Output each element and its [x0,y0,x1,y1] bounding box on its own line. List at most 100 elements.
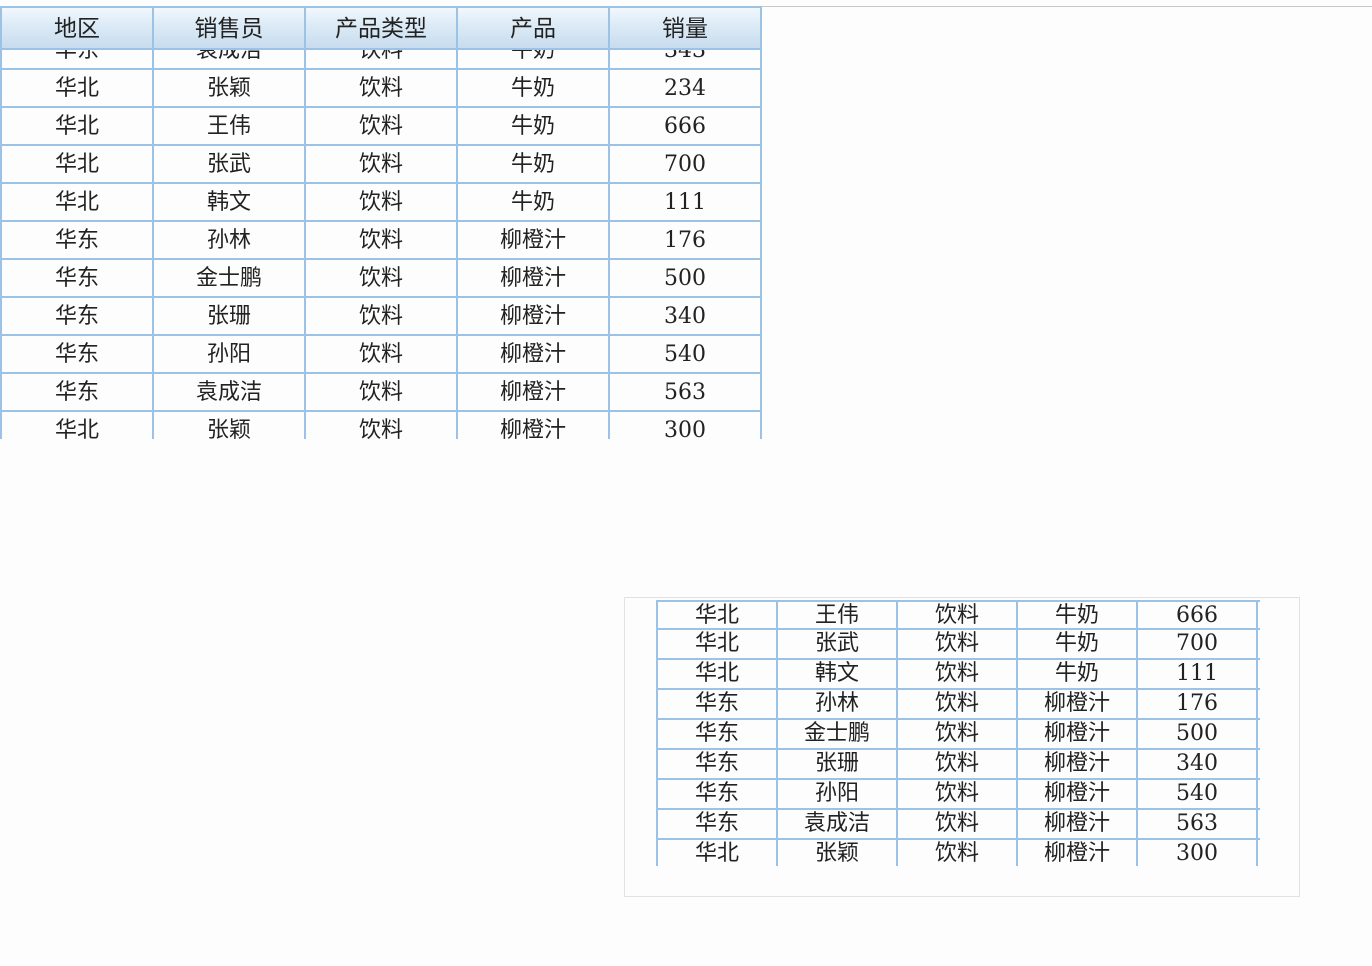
preview-row: 华东 孙阳 饮料 柳橙汁 540 [658,780,1260,810]
cell-product-type[interactable]: 饮料 [306,222,458,258]
preview-cell-region: 华东 [658,690,778,718]
column-header-product[interactable]: 产品 [458,8,610,48]
column-header-product-type[interactable]: 产品类型 [306,8,458,48]
cell-sales[interactable]: 500 [610,260,762,296]
cell-sales[interactable]: 111 [610,184,762,220]
table-row[interactable]: 华北 王伟 饮料 牛奶 666 [2,108,762,146]
preview-cell-sales: 111 [1138,660,1258,688]
cell-sales[interactable]: 340 [610,298,762,334]
cell-salesperson[interactable]: 金士鹏 [154,260,306,296]
cell-product[interactable]: 牛奶 [458,146,610,182]
cell-product-type[interactable]: 饮料 [306,412,458,439]
cell-region[interactable]: 华北 [2,70,154,106]
cell-region[interactable]: 华东 [2,374,154,410]
preview-cell-product: 牛奶 [1018,630,1138,658]
cell-sales[interactable]: 176 [610,222,762,258]
cell-salesperson[interactable]: 袁成洁 [154,374,306,410]
table-row[interactable]: 华北 张武 饮料 牛奶 700 [2,146,762,184]
preview-panel: 华北 王伟 饮料 牛奶 666 华北 张武 饮料 牛奶 700 华北 韩文 饮料 牛奶 111 华东 孙林 饮料柳… [624,597,1300,897]
preview-cell-salesperson: 袁成洁 [778,810,898,838]
cell-product-type[interactable]: 饮料 [306,298,458,334]
table-row[interactable]: 华北 韩文 饮料 牛奶 111 [2,184,762,222]
table-row[interactable]: 华东 袁成洁 饮料 柳橙汁 563 [2,374,762,412]
cell-region[interactable]: 华东 [2,222,154,258]
cell-region[interactable]: 华北 [2,108,154,144]
cell-salesperson[interactable]: 王伟 [154,108,306,144]
preview-row: 华北 韩文 饮料 牛奶 111 [658,660,1260,690]
preview-row: 华东 金士鹏 饮料 柳橙汁 500 [658,720,1260,750]
cell-salesperson[interactable]: 孙林 [154,222,306,258]
cell-product-type[interactable]: 饮料 [306,184,458,220]
cell-salesperson[interactable]: 孙阳 [154,336,306,372]
cell-product[interactable]: 牛奶 [458,70,610,106]
preview-cell-region: 华北 [658,602,778,628]
preview-cell-salesperson: 孙阳 [778,780,898,808]
cell-sales[interactable]: 666 [610,108,762,144]
cell-product-type[interactable]: 饮料 [306,374,458,410]
cell-sales[interactable]: 700 [610,146,762,182]
preview-cell-salesperson: 韩文 [778,660,898,688]
preview-row: 华北 张颖 饮料 柳橙汁 300 [658,840,1260,866]
preview-cell-sales: 500 [1138,720,1258,748]
cell-salesperson[interactable]: 张珊 [154,298,306,334]
table-row[interactable]: 华北 张颖 饮料 柳橙汁 300 [2,412,762,439]
cell-product[interactable]: 牛奶 [458,184,610,220]
preview-cell-salesperson: 金士鹏 [778,720,898,748]
column-header-salesperson[interactable]: 销售员 [154,8,306,48]
cell-sales[interactable]: 234 [610,70,762,106]
top-divider [760,6,1372,7]
preview-cell-sales: 563 [1138,810,1258,838]
cell-region[interactable]: 华东 [2,298,154,334]
cell-salesperson[interactable]: 张武 [154,146,306,182]
sales-table[interactable]: 华东 袁成洁 饮料 牛奶 343 华北 张颖 饮料 牛奶 234 华北 王伟 饮料 牛奶 666 华北 张武 饮料… [0,6,764,439]
table-row[interactable]: 华东 孙阳 饮料 柳橙汁 540 [2,336,762,374]
cell-region[interactable]: 华东 [2,260,154,296]
preview-cell-sales: 340 [1138,750,1258,778]
cell-product[interactable]: 牛奶 [458,108,610,144]
preview-cell-product: 柳橙汁 [1018,720,1138,748]
cell-product[interactable]: 柳橙汁 [458,298,610,334]
table-row[interactable]: 华东 金士鹏 饮料 柳橙汁 500 [2,260,762,298]
cell-product-type[interactable]: 饮料 [306,108,458,144]
preview-cell-product-type: 饮料 [898,720,1018,748]
cell-region[interactable]: 华北 [2,184,154,220]
cell-product[interactable]: 柳橙汁 [458,336,610,372]
cell-region[interactable]: 华北 [2,412,154,439]
preview-cell-product: 柳橙汁 [1018,840,1138,866]
preview-cell-region: 华东 [658,750,778,778]
cell-salesperson[interactable]: 张颖 [154,412,306,439]
cell-product-type[interactable]: 饮料 [306,146,458,182]
preview-row: 华北 张武 饮料 牛奶 700 [658,630,1260,660]
column-header-sales[interactable]: 销量 [610,8,762,48]
cell-sales[interactable]: 563 [610,374,762,410]
preview-row: 华东 孙林 饮料 柳橙汁 176 [658,690,1260,720]
cell-product[interactable]: 柳橙汁 [458,412,610,439]
preview-cell-product: 柳橙汁 [1018,690,1138,718]
cell-product-type[interactable]: 饮料 [306,336,458,372]
cell-salesperson[interactable]: 张颖 [154,70,306,106]
table-row[interactable]: 华东 孙林 饮料 柳橙汁 176 [2,222,762,260]
cell-salesperson[interactable]: 韩文 [154,184,306,220]
preview-cell-sales: 666 [1138,602,1258,628]
cell-product[interactable]: 柳橙汁 [458,222,610,258]
cell-region[interactable]: 华东 [2,336,154,372]
preview-row: 华北 王伟 饮料 牛奶 666 [658,600,1260,630]
cell-product[interactable]: 柳橙汁 [458,260,610,296]
preview-cell-product-type: 饮料 [898,810,1018,838]
preview-cell-product-type: 饮料 [898,630,1018,658]
preview-row: 华东 张珊 饮料 柳橙汁 340 [658,750,1260,780]
sales-table-body: 华东 袁成洁 饮料 牛奶 343 华北 张颖 饮料 牛奶 234 华北 王伟 饮料 牛奶 666 华北 张武 饮料… [2,32,762,439]
preview-cell-sales: 300 [1138,840,1258,866]
cell-sales[interactable]: 540 [610,336,762,372]
cell-product-type[interactable]: 饮料 [306,260,458,296]
table-row[interactable]: 华北 张颖 饮料 牛奶 234 [2,70,762,108]
preview-cell-product: 牛奶 [1018,602,1138,628]
column-header-region[interactable]: 地区 [2,8,154,48]
cell-product-type[interactable]: 饮料 [306,70,458,106]
cell-region[interactable]: 华北 [2,146,154,182]
cell-sales[interactable]: 300 [610,412,762,439]
cell-product[interactable]: 柳橙汁 [458,374,610,410]
preview-cell-product: 柳橙汁 [1018,810,1138,838]
preview-cell-region: 华北 [658,630,778,658]
table-row[interactable]: 华东 张珊 饮料 柳橙汁 340 [2,298,762,336]
